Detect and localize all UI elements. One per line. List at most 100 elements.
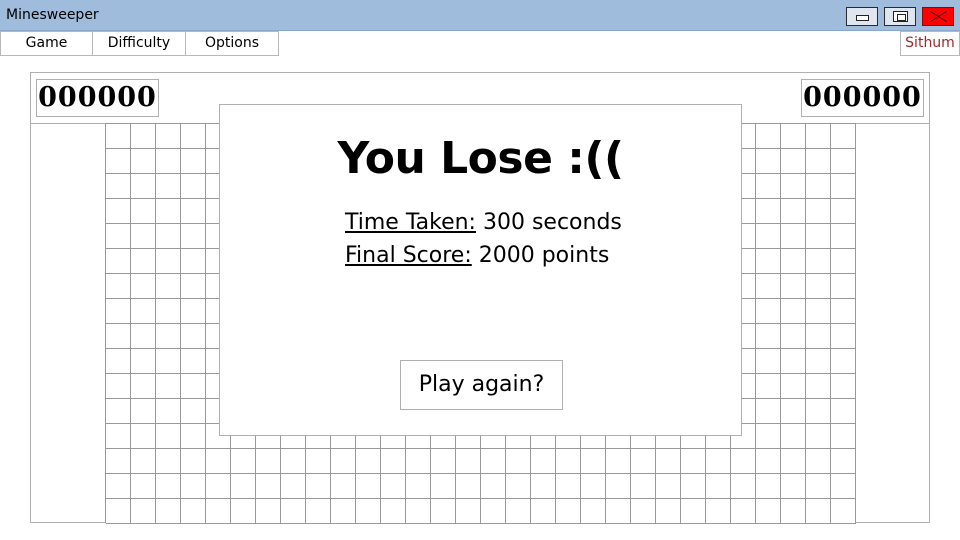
minimize-button[interactable] (846, 7, 878, 26)
mine-cell[interactable] (106, 199, 131, 224)
mine-cell[interactable] (456, 449, 481, 474)
mine-cell[interactable] (756, 474, 781, 499)
mine-cell[interactable] (181, 224, 206, 249)
mine-cell[interactable] (456, 499, 481, 524)
mine-cell[interactable] (131, 399, 156, 424)
mine-cell[interactable] (781, 499, 806, 524)
mine-cell[interactable] (181, 324, 206, 349)
mine-cell[interactable] (181, 349, 206, 374)
mine-cell[interactable] (181, 124, 206, 149)
mine-cell[interactable] (231, 449, 256, 474)
mine-cell[interactable] (681, 499, 706, 524)
mine-cell[interactable] (681, 449, 706, 474)
mine-cell[interactable] (131, 424, 156, 449)
mine-cell[interactable] (106, 474, 131, 499)
mine-cell[interactable] (831, 324, 856, 349)
mine-cell[interactable] (831, 124, 856, 149)
mine-cell[interactable] (106, 174, 131, 199)
mine-cell[interactable] (531, 474, 556, 499)
mine-cell[interactable] (156, 224, 181, 249)
mine-cell[interactable] (131, 499, 156, 524)
mine-cell[interactable] (781, 324, 806, 349)
menu-options[interactable]: Options (185, 31, 279, 56)
mine-cell[interactable] (781, 399, 806, 424)
mine-cell[interactable] (156, 424, 181, 449)
mine-cell[interactable] (306, 449, 331, 474)
mine-cell[interactable] (831, 374, 856, 399)
mine-cell[interactable] (556, 474, 581, 499)
mine-cell[interactable] (756, 399, 781, 424)
mine-cell[interactable] (181, 174, 206, 199)
mine-cell[interactable] (756, 374, 781, 399)
mine-cell[interactable] (181, 249, 206, 274)
mine-cell[interactable] (831, 199, 856, 224)
mine-cell[interactable] (181, 499, 206, 524)
mine-cell[interactable] (456, 474, 481, 499)
mine-cell[interactable] (106, 274, 131, 299)
mine-cell[interactable] (331, 474, 356, 499)
mine-cell[interactable] (781, 349, 806, 374)
mine-cell[interactable] (656, 449, 681, 474)
mine-cell[interactable] (806, 499, 831, 524)
mine-cell[interactable] (506, 474, 531, 499)
mine-cell[interactable] (806, 149, 831, 174)
mine-cell[interactable] (106, 249, 131, 274)
mine-cell[interactable] (556, 449, 581, 474)
mine-cell[interactable] (756, 174, 781, 199)
mine-cell[interactable] (806, 124, 831, 149)
maximize-button[interactable] (884, 7, 916, 26)
mine-cell[interactable] (756, 199, 781, 224)
mine-cell[interactable] (756, 299, 781, 324)
mine-cell[interactable] (181, 199, 206, 224)
mine-cell[interactable] (781, 174, 806, 199)
mine-cell[interactable] (306, 499, 331, 524)
mine-cell[interactable] (131, 224, 156, 249)
mine-cell[interactable] (131, 324, 156, 349)
mine-cell[interactable] (606, 499, 631, 524)
mine-cell[interactable] (756, 324, 781, 349)
close-button[interactable] (922, 7, 954, 26)
mine-cell[interactable] (706, 499, 731, 524)
mine-cell[interactable] (806, 424, 831, 449)
mine-cell[interactable] (256, 474, 281, 499)
mine-cell[interactable] (706, 449, 731, 474)
mine-cell[interactable] (806, 274, 831, 299)
mine-cell[interactable] (806, 474, 831, 499)
mine-cell[interactable] (506, 499, 531, 524)
mine-cell[interactable] (181, 274, 206, 299)
mine-cell[interactable] (756, 124, 781, 149)
mine-cell[interactable] (156, 399, 181, 424)
mine-cell[interactable] (131, 124, 156, 149)
mine-cell[interactable] (156, 299, 181, 324)
mine-cell[interactable] (781, 274, 806, 299)
mine-cell[interactable] (581, 449, 606, 474)
mine-cell[interactable] (631, 474, 656, 499)
mine-cell[interactable] (381, 449, 406, 474)
mine-cell[interactable] (156, 374, 181, 399)
mine-cell[interactable] (256, 499, 281, 524)
mine-cell[interactable] (731, 499, 756, 524)
mine-cell[interactable] (106, 299, 131, 324)
mine-cell[interactable] (106, 224, 131, 249)
mine-cell[interactable] (131, 474, 156, 499)
mine-cell[interactable] (106, 349, 131, 374)
mine-cell[interactable] (131, 149, 156, 174)
mine-cell[interactable] (156, 449, 181, 474)
mine-cell[interactable] (756, 224, 781, 249)
mine-cell[interactable] (356, 499, 381, 524)
mine-cell[interactable] (181, 299, 206, 324)
mine-cell[interactable] (156, 249, 181, 274)
mine-cell[interactable] (231, 474, 256, 499)
mine-cell[interactable] (831, 274, 856, 299)
mine-cell[interactable] (106, 124, 131, 149)
mine-cell[interactable] (706, 474, 731, 499)
mine-cell[interactable] (206, 474, 231, 499)
mine-cell[interactable] (606, 449, 631, 474)
mine-cell[interactable] (831, 399, 856, 424)
mine-cell[interactable] (106, 499, 131, 524)
mine-cell[interactable] (681, 474, 706, 499)
menu-game[interactable]: Game (0, 31, 93, 56)
mine-cell[interactable] (106, 374, 131, 399)
mine-cell[interactable] (531, 499, 556, 524)
mine-cell[interactable] (156, 174, 181, 199)
